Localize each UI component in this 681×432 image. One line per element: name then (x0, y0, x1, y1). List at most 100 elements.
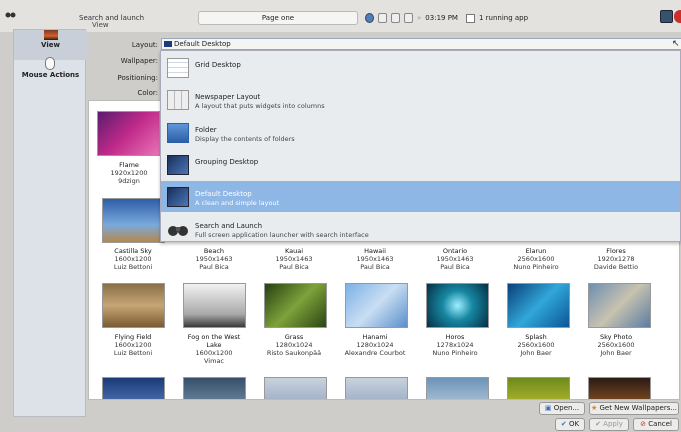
wallpaper-size: 2560x1600 (597, 341, 635, 349)
wallpaper-name: Kauai (284, 247, 304, 255)
desktop-icon (164, 41, 172, 47)
volume-icon[interactable] (391, 13, 400, 23)
wallpaper-thumb-hanami[interactable] (345, 283, 408, 328)
wallpaper-thumb[interactable] (426, 377, 489, 399)
option-description: A layout that puts widgets into columns (195, 102, 325, 110)
wallpaper-author: John Baer (600, 349, 632, 357)
mouse-cursor-icon: ↖ (672, 39, 680, 49)
paw-icon[interactable] (5, 11, 17, 19)
folder-icon (167, 123, 189, 143)
wallpaper-thumb[interactable] (264, 377, 327, 399)
option-title: Default Desktop (195, 190, 252, 198)
wallpaper-size: 1600x1200 (195, 349, 233, 357)
sidebar-item-view[interactable]: View (14, 30, 87, 60)
task-icon (465, 13, 475, 23)
wallpaper-author: John Baer (520, 349, 552, 357)
wallpaper-size: 1950x1463 (195, 255, 233, 263)
ok-button-label: OK (568, 420, 580, 428)
sidebar-item-label: View (41, 41, 60, 49)
option-title: Grouping Desktop (195, 158, 259, 166)
layout-select[interactable]: Default Desktop (161, 38, 681, 50)
newspaper-icon (167, 90, 189, 110)
separator-icon: » (417, 14, 422, 22)
layout-dropdown-list[interactable]: Grid Desktop Newspaper Layout A layout t… (160, 50, 681, 242)
layout-option-search-launch[interactable]: Search and Launch Full screen applicatio… (161, 213, 680, 244)
option-description: Display the contents of folders (195, 135, 295, 143)
wallpaper-name: Hawaii (364, 247, 386, 255)
wallpaper-thumb[interactable] (183, 377, 246, 399)
clock[interactable]: 03:19 PM (425, 14, 458, 22)
ok-button[interactable]: ✔ OK (555, 418, 585, 431)
wallpaper-thumb-flame[interactable] (97, 111, 160, 156)
binoculars-icon (167, 219, 189, 239)
window-icon[interactable] (660, 10, 673, 23)
positioning-label: Positioning: (117, 74, 158, 82)
check-icon: ✔ (595, 420, 604, 428)
wallpaper-thumb-castilla-sky[interactable] (102, 198, 165, 243)
wallpaper-name: Fog on the West Lake (187, 333, 241, 349)
wallpaper-caption: Hawaii 1950x1463 Paul Bica (335, 247, 415, 271)
wallpaper-caption: Kauai 1950x1463 Paul Bica (254, 247, 334, 271)
wallpaper-size: 1920x1278 (597, 255, 635, 263)
layout-option-default-desktop[interactable]: Default Desktop A clean and simple layou… (161, 181, 680, 212)
desktop-icon (167, 187, 189, 207)
search-launch-label: Search and launch (79, 14, 145, 22)
wallpaper-author: Luiz Bettoni (113, 349, 153, 357)
wallpaper-size: 1280x1024 (275, 341, 313, 349)
wallpaper-name: Sky Photo (599, 333, 633, 341)
wallpaper-author: Vimac (204, 357, 224, 365)
wallpaper-thumb-horos[interactable] (426, 283, 489, 328)
wallpaper-author: Davide Bettio (593, 263, 639, 271)
wallpaper-thumb[interactable] (102, 377, 165, 399)
wallpaper-name: Splash (525, 333, 547, 341)
open-button[interactable]: ▣ Open... (539, 402, 585, 415)
wallpaper-caption: Ontario 1950x1463 Paul Bica (415, 247, 495, 271)
layout-option-folder[interactable]: Folder Display the contents of folders (161, 117, 680, 148)
option-title: Search and Launch (195, 222, 263, 230)
wallpaper-thumb-flying-field[interactable] (102, 283, 165, 328)
wallpaper-thumb-splash[interactable] (507, 283, 570, 328)
wallpaper-name: Ontario (442, 247, 468, 255)
network-icon[interactable] (365, 13, 374, 23)
wallpaper-thumb[interactable] (588, 377, 651, 399)
option-title: Grid Desktop (195, 61, 241, 69)
running-apps[interactable]: 1 running app (479, 14, 528, 22)
open-icon: ▣ (544, 404, 554, 412)
wallpaper-author: Nuno Pinheiro (513, 263, 559, 271)
page-name-field[interactable]: Page one (198, 11, 358, 25)
wallpaper-name: Flores (606, 247, 626, 255)
wallpaper-thumb[interactable] (345, 377, 408, 399)
wallpaper-author: Alexandre Courbot (344, 349, 406, 357)
wallpaper-label: Wallpaper: (120, 57, 158, 65)
wallpaper-author: Paul Bica (360, 263, 390, 271)
wallpaper-caption: Sky Photo 2560x1600 John Baer (576, 333, 656, 357)
cancel-icon: ⊘ (640, 420, 649, 428)
wallpaper-caption: Horos 1278x1024 Nuno Pinheiro (415, 333, 495, 357)
wallpaper-size: 1280x1024 (356, 341, 394, 349)
layout-option-grid-desktop[interactable]: Grid Desktop (161, 52, 680, 83)
grid-icon (167, 58, 189, 78)
sidebar-item-mouse-actions[interactable]: Mouse Actions (14, 71, 87, 79)
device-icon[interactable] (404, 13, 413, 23)
apply-button-label: Apply (603, 420, 623, 428)
cancel-button[interactable]: ⊘ Cancel (633, 418, 679, 431)
option-description: Full screen application launcher with se… (195, 231, 369, 239)
wallpaper-author: Nuno Pinheiro (432, 349, 478, 357)
get-new-wallpapers-button[interactable]: ★ Get New Wallpapers... (589, 402, 679, 415)
layout-option-grouping[interactable]: Grouping Desktop (161, 149, 680, 180)
wallpaper-author: Paul Bica (440, 263, 470, 271)
wallpaper-thumb[interactable] (507, 377, 570, 399)
wallpaper-author: 9dzign (118, 177, 140, 185)
wallpaper-caption: Flying Field 1600x1200 Luiz Bettoni (93, 333, 173, 357)
battery-icon[interactable] (378, 13, 387, 23)
color-label: Color: (137, 89, 158, 97)
view-icon (44, 30, 58, 40)
wallpaper-thumb-fog-on-the-west-lake[interactable] (183, 283, 246, 328)
close-icon[interactable] (674, 10, 681, 23)
wallpaper-thumb-sky-photo[interactable] (588, 283, 651, 328)
apply-button[interactable]: ✔ Apply (589, 418, 629, 431)
wallpaper-thumb-grass[interactable] (264, 283, 327, 328)
layout-option-newspaper[interactable]: Newspaper Layout A layout that puts widg… (161, 84, 680, 115)
layout-label: Layout: (131, 41, 158, 49)
cancel-button-label: Cancel (648, 420, 672, 428)
